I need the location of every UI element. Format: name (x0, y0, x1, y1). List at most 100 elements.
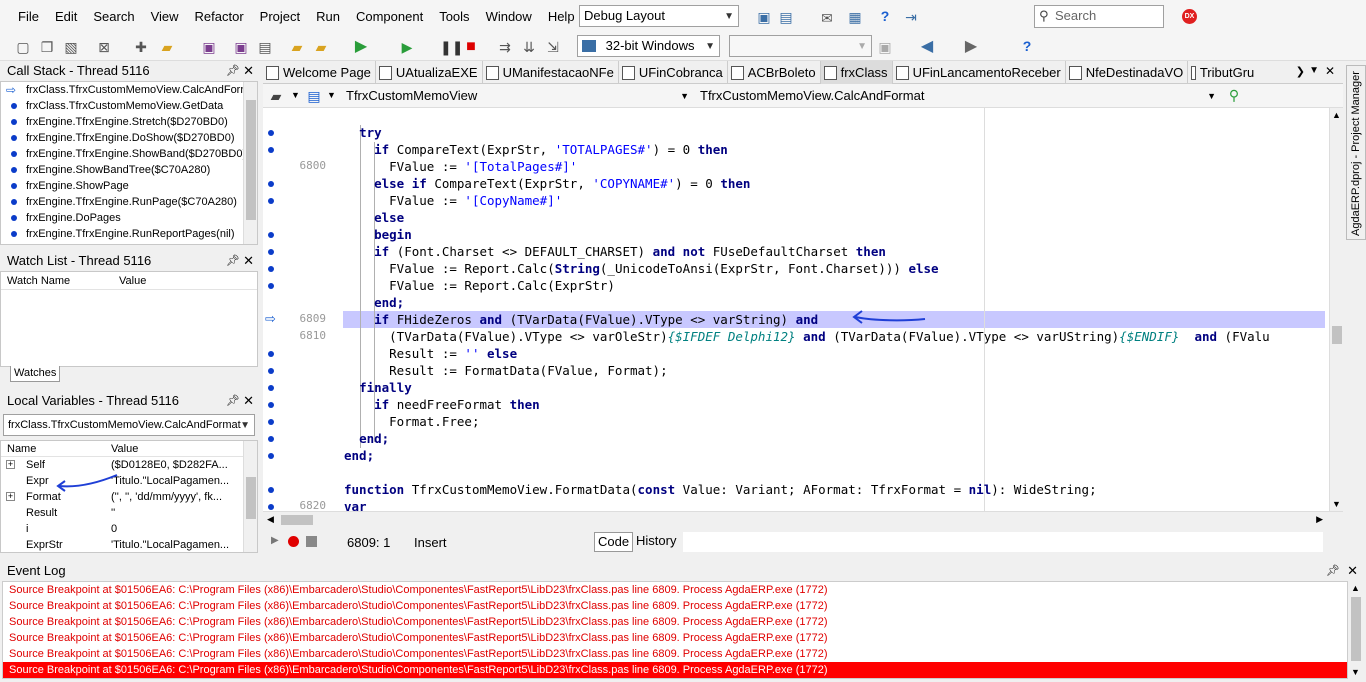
book-icon[interactable]: ▰ (267, 87, 285, 105)
call-stack-scrollbar[interactable] (243, 82, 257, 244)
step-over-icon[interactable]: ⇉ (496, 38, 514, 56)
close-icon[interactable]: ✕ (243, 391, 254, 411)
help-icon[interactable]: ? (1018, 37, 1036, 55)
line-marker-icon[interactable] (268, 368, 274, 374)
class-combo[interactable]: TfrxCustomMemoView ▼ (341, 86, 693, 106)
pin-icon[interactable]: 📌︎ (226, 391, 240, 411)
play-macro-icon[interactable]: ▶ (271, 535, 279, 546)
menu-tools[interactable]: Tools (431, 0, 477, 33)
line-marker-icon[interactable] (268, 504, 274, 510)
local-var-row[interactable]: Expr 'Titulo."LocalPagamen... (1, 473, 257, 489)
scroll-thumb[interactable] (1351, 597, 1361, 661)
save-all-icon[interactable]: ▣ (232, 38, 250, 56)
search-input[interactable]: ⚲ Search (1034, 5, 1164, 28)
device-manager-icon[interactable]: ▣ (876, 38, 894, 56)
call-stack-row[interactable]: frxEngine.TfrxEngine.DoShow($D270BD0) (1, 130, 257, 146)
event-log-scrollbar[interactable]: ▲ ▼ (1348, 581, 1364, 679)
call-stack-row[interactable]: frxClass.TfrxCustomMemoView.GetData (1, 98, 257, 114)
menu-search[interactable]: Search (85, 0, 142, 33)
tab-watches[interactable]: Watches (10, 366, 60, 382)
mail-icon[interactable]: ✉ (818, 9, 836, 27)
template-icon[interactable]: ▧ (62, 38, 80, 56)
remove-from-project-icon[interactable]: ▰ (312, 38, 330, 56)
device-combo[interactable]: ▼ (729, 35, 872, 57)
line-marker-icon[interactable] (268, 351, 274, 357)
run-without-debug-icon[interactable]: ▶ (398, 38, 416, 56)
tab-nfedestinadavo[interactable]: NfeDestinadaVO (1066, 61, 1189, 84)
trace-into-icon[interactable]: ⇊ (520, 38, 538, 56)
menu-run[interactable]: Run (308, 0, 348, 33)
forward-icon[interactable]: ▶ (962, 38, 980, 56)
close-file-icon[interactable]: ⊠ (95, 38, 113, 56)
line-marker-icon[interactable] (268, 232, 274, 238)
local-var-row[interactable]: i0 (1, 521, 257, 537)
local-value-column[interactable]: Value (111, 441, 138, 456)
menu-project[interactable]: Project (252, 0, 308, 33)
new-file-icon[interactable]: ✚ (132, 38, 150, 56)
tab-ufincobranca[interactable]: UFinCobranca (619, 61, 728, 84)
tab-uatualizaexe[interactable]: UAtualizaEXE (376, 61, 483, 84)
local-vars-frame-combo[interactable]: frxClass.TfrxCustomMemoView.CalcAndForma… (3, 414, 255, 436)
local-var-row[interactable]: ExprStr 'Titulo."LocalPagamen... (1, 537, 257, 552)
close-icon[interactable]: ✕ (1347, 561, 1358, 581)
run-to-cursor-icon[interactable]: ⇲ (544, 38, 562, 56)
layout-combo[interactable]: Debug Layout ▼ (579, 5, 739, 27)
tab-tributgru[interactable]: TributGru (1188, 61, 1258, 84)
tab-acbrboleto[interactable]: ACBrBoleto (728, 61, 821, 84)
scroll-down-icon[interactable]: ▼ (1332, 499, 1341, 509)
add-to-project-icon[interactable]: ▰ (288, 38, 306, 56)
scroll-up-icon[interactable]: ▲ (1332, 110, 1341, 120)
line-marker-icon[interactable] (268, 198, 274, 204)
dx-icon[interactable]: DX (1182, 9, 1197, 24)
event-log-row[interactable]: Source Breakpoint at $01506EA6: C:\Progr… (3, 630, 1347, 646)
call-stack-row[interactable]: frxEngine.TfrxEngine.RunPage($C70A280) (1, 194, 257, 210)
call-stack-row[interactable]: frxEngine.DoPages (1, 210, 257, 226)
editor-hscrollbar[interactable]: ◀ ▶ (263, 511, 1343, 528)
menu-edit[interactable]: Edit (47, 0, 85, 33)
stop-macro-icon[interactable] (306, 536, 317, 547)
menu-refactor[interactable]: Refactor (187, 0, 252, 33)
event-log-row[interactable]: Source Breakpoint at $01506EA6: C:\Progr… (3, 598, 1347, 614)
line-marker-icon[interactable] (268, 385, 274, 391)
line-marker-icon[interactable] (268, 266, 274, 272)
tab-list-icon[interactable]: ▼ (1309, 65, 1319, 76)
method-combo[interactable]: TfrxCustomMemoView.CalcAndFormat ▼ (695, 86, 1220, 106)
tab-code[interactable]: Code (594, 532, 634, 552)
open-folder-icon[interactable]: ▰ (158, 38, 176, 56)
close-icon[interactable]: ✕ (243, 251, 254, 271)
pin-icon[interactable]: 📌︎ (226, 61, 240, 81)
local-var-row[interactable]: + Self ($D0128E0, $D282FA... (1, 457, 257, 473)
event-log-row[interactable]: Source Breakpoint at $01506EA6: C:\Progr… (3, 614, 1347, 630)
event-log-row[interactable]: Source Breakpoint at $01506EA6: C:\Progr… (3, 646, 1347, 662)
back-icon[interactable]: ◀ (918, 38, 936, 56)
window-icon[interactable]: ▣ (755, 8, 773, 26)
menu-help[interactable]: Help (540, 0, 583, 33)
record-macro-icon[interactable] (288, 536, 299, 547)
close-tab-icon[interactable]: ✕ (1325, 64, 1335, 78)
line-marker-icon[interactable] (268, 249, 274, 255)
line-marker-icon[interactable] (268, 453, 274, 459)
line-marker-icon[interactable] (268, 147, 274, 153)
scroll-up-icon[interactable]: ▲ (1351, 583, 1360, 593)
menu-window[interactable]: Window (478, 0, 540, 33)
scroll-down-icon[interactable]: ▼ (1351, 667, 1360, 677)
scroll-thumb[interactable] (281, 515, 313, 525)
stop-icon[interactable]: ■ (462, 38, 480, 56)
call-stack-row[interactable]: ⇨ frxClass.TfrxCustomMemoView.CalcAndForr (1, 82, 257, 98)
scroll-thumb[interactable] (246, 100, 256, 220)
event-log-row[interactable]: Source Breakpoint at $01506EA6: C:\Progr… (3, 582, 1347, 598)
call-stack-row[interactable]: frxEngine.ShowPage (1, 178, 257, 194)
open-project-icon[interactable]: ▤ (256, 38, 274, 56)
scroll-thumb[interactable] (246, 477, 256, 519)
chevron-down-icon[interactable]: ▼ (291, 90, 300, 100)
watch-value-column[interactable]: Value (119, 272, 146, 289)
save-icon[interactable]: ▣ (200, 38, 218, 56)
tab-history[interactable]: History (633, 532, 680, 552)
chevron-down-icon[interactable]: ▼ (327, 90, 336, 100)
expand-icon[interactable]: + (6, 460, 15, 469)
event-log-row-selected[interactable]: Source Breakpoint at $01506EA6: C:\Progr… (3, 662, 1347, 678)
calendar-icon[interactable]: ▦ (846, 8, 864, 26)
line-marker-icon[interactable] (268, 402, 274, 408)
tab-ufinlancamentoreceber[interactable]: UFinLancamentoReceber (893, 61, 1066, 84)
call-stack-row[interactable]: frxEngine.TfrxEngine.RunReportPages(nil) (1, 226, 257, 242)
